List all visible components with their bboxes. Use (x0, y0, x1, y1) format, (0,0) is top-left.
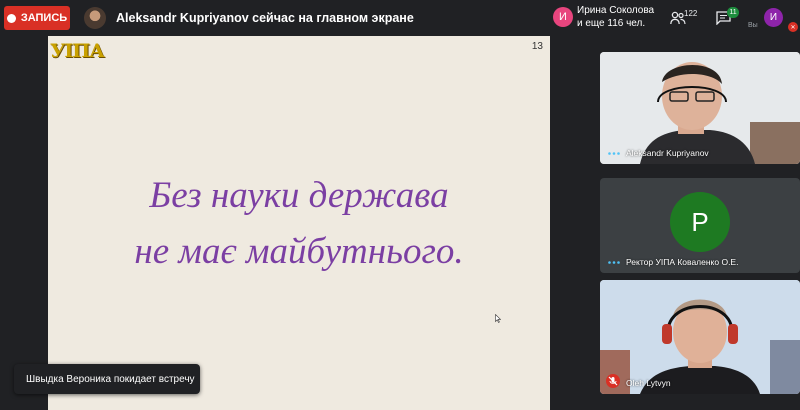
mic-off-icon (606, 374, 620, 388)
participant-tile-rector[interactable]: Р Ректор УІПА Коваленко О.Е. (600, 178, 800, 273)
self-mic-off-icon: ✕ (788, 22, 798, 32)
meeting-window: ЗАПИСЬ Aleksandr Kupriyanov сейчас на гл… (0, 0, 800, 410)
top-bar: ЗАПИСЬ Aleksandr Kupriyanov сейчас на гл… (0, 0, 800, 36)
participant-tile-lytvyn[interactable]: Oleh Lytvyn (600, 280, 800, 394)
people-count: 122 (684, 9, 698, 18)
recording-label: ЗАПИСЬ (20, 12, 68, 24)
participant-more: и еще 116 чел. (577, 18, 646, 29)
participant-tile-kupriyanov[interactable]: Aleksandr Kupriyanov (600, 52, 800, 164)
logo: УІПА (50, 40, 105, 62)
chat-badge: 11 (727, 7, 739, 18)
slide-text-line-1: Без науки держава (149, 175, 449, 216)
record-icon (6, 13, 16, 23)
participant-avatar[interactable]: И (553, 7, 573, 27)
speaking-indicator-icon (608, 152, 620, 155)
cursor-icon (495, 314, 501, 323)
notification-toast: Швыдка Вероника покидает встречу (14, 364, 200, 394)
presenter-status: Aleksandr Kupriyanov сейчас на главном э… (116, 11, 414, 25)
participant-video (600, 280, 800, 394)
participant-name-label: Oleh Lytvyn (626, 378, 671, 388)
self-label: Вы (748, 22, 758, 29)
presentation-slide: УІПА 13 Без науки держава не має майбутн… (48, 36, 550, 410)
participant-name-label: Aleksandr Kupriyanov (626, 148, 709, 158)
slide-page-number: 13 (531, 41, 543, 52)
participant-name: Ирина Соколова (577, 5, 655, 16)
recording-button[interactable]: ЗАПИСЬ (4, 6, 70, 30)
participant-name-label: Ректор УІПА Коваленко О.Е. (626, 257, 739, 267)
participant-avatar: Р (670, 192, 730, 252)
slide-text-line-2: не має майбутнього. (134, 231, 464, 272)
self-avatar[interactable]: И (764, 8, 783, 27)
speaking-indicator-icon (608, 261, 620, 264)
presenter-avatar (84, 7, 106, 29)
